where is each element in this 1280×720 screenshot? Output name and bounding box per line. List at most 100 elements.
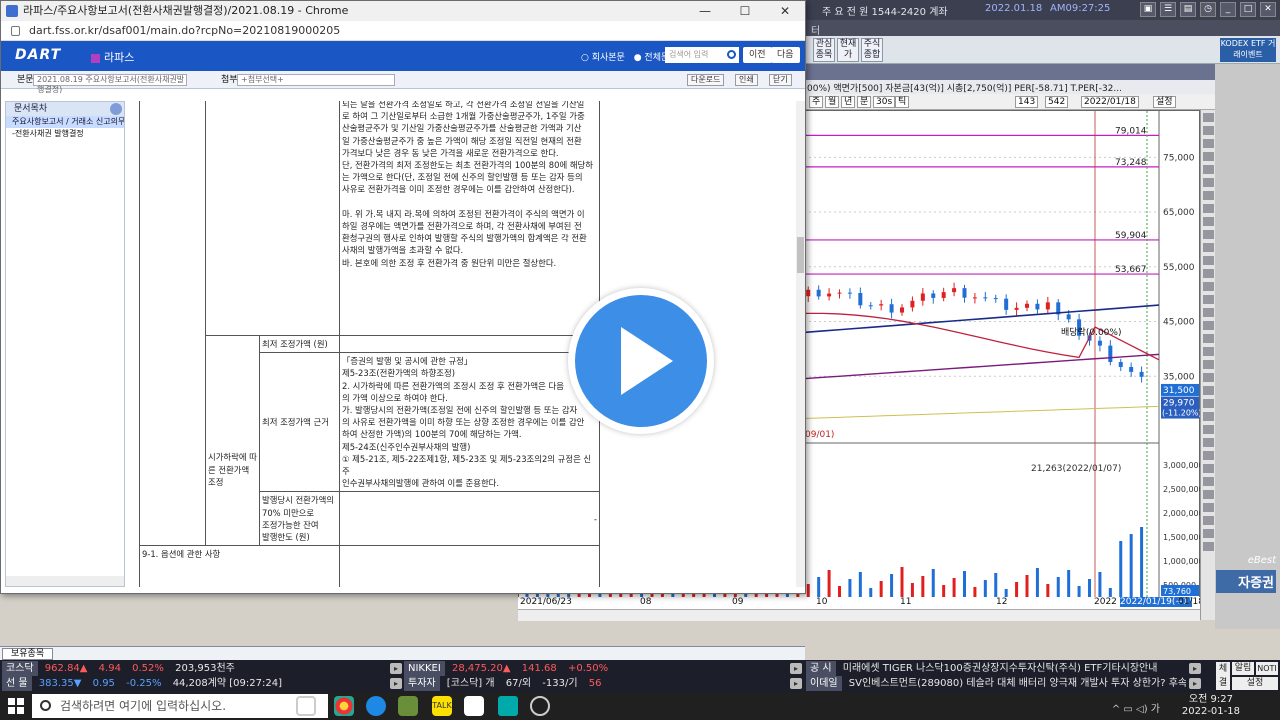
app-icon[interactable] bbox=[398, 696, 418, 716]
scroll-thumb[interactable] bbox=[797, 237, 804, 273]
hts-icon[interactable] bbox=[498, 696, 518, 716]
drawing-tool-icon[interactable] bbox=[1203, 113, 1214, 122]
drawing-tool-icon[interactable] bbox=[1203, 204, 1214, 213]
drawing-tool-icon[interactable] bbox=[1203, 386, 1214, 395]
drawing-tool-icon[interactable] bbox=[1203, 217, 1214, 226]
drawing-tool-icon[interactable] bbox=[1203, 347, 1214, 356]
ticker-next-icon[interactable]: ▸ bbox=[390, 678, 402, 689]
drawing-tool-icon[interactable] bbox=[1203, 425, 1214, 434]
terminal-btn-1[interactable]: ▣ bbox=[1140, 2, 1156, 17]
terminal-minimize-button[interactable]: _ bbox=[1220, 2, 1236, 17]
drawing-tool-icon[interactable] bbox=[1203, 334, 1214, 343]
close-button[interactable]: ✕ bbox=[765, 1, 805, 21]
holdings-tab[interactable]: 보유종목 bbox=[2, 648, 54, 660]
edge-icon[interactable] bbox=[366, 696, 386, 716]
drawing-tool-icon[interactable] bbox=[1203, 542, 1214, 551]
prev-button[interactable]: 이전 bbox=[743, 47, 772, 63]
drawing-tool-icon[interactable] bbox=[1203, 529, 1214, 538]
drawing-tool-icon[interactable] bbox=[1203, 516, 1214, 525]
ticker-next-icon[interactable]: ▸ bbox=[1189, 663, 1201, 674]
task-view-icon[interactable] bbox=[296, 696, 316, 716]
toc-scrollbar[interactable] bbox=[6, 576, 124, 586]
chart-drawing-tools[interactable] bbox=[1200, 110, 1215, 620]
print-button[interactable]: 인쇄 bbox=[735, 74, 758, 86]
ticker-news[interactable]: SV인베스트먼트(289080) 테슬라 대체 배터리 양극재 개발사 투자 상… bbox=[849, 678, 1186, 689]
drawing-tool-icon[interactable] bbox=[1203, 477, 1214, 486]
attach-select[interactable]: +첨부선택+ bbox=[237, 74, 395, 86]
toolbar-watchlist-button[interactable]: 관심 종목 bbox=[813, 38, 835, 62]
drawing-tool-icon[interactable] bbox=[1203, 178, 1214, 187]
next-button[interactable]: 다음 bbox=[771, 47, 800, 63]
terminal-btn-2[interactable]: ☰ bbox=[1160, 2, 1176, 17]
drawing-tool-icon[interactable] bbox=[1203, 269, 1214, 278]
kakaotalk-icon[interactable]: TALK bbox=[432, 696, 452, 716]
terminal-menu[interactable]: 터 bbox=[805, 20, 1280, 37]
window-title-bar[interactable]: 라파스/주요사항보고서(전환사채권발행결정)/2021.08.19 - Chro… bbox=[1, 1, 805, 21]
chart-date-input[interactable]: 2022/01/18 bbox=[1081, 96, 1139, 108]
drawing-tool-icon[interactable] bbox=[1203, 490, 1214, 499]
chart-scrollbar[interactable] bbox=[518, 609, 1200, 621]
dart-logo[interactable]: DART bbox=[15, 47, 61, 63]
ticker-next-icon[interactable]: ▸ bbox=[790, 678, 802, 689]
maximize-button[interactable]: ☐ bbox=[725, 1, 765, 21]
terminal-btn-4[interactable]: ◷ bbox=[1200, 2, 1216, 17]
drawing-tool-icon[interactable] bbox=[1203, 191, 1214, 200]
period-year-button[interactable]: 년 bbox=[841, 96, 856, 108]
ticker-alert-button[interactable]: 알림 bbox=[1232, 662, 1254, 675]
radio-company-body[interactable]: ○ 회사본문 bbox=[581, 53, 625, 63]
drawing-tool-icon[interactable] bbox=[1203, 373, 1214, 382]
drawing-tool-icon[interactable] bbox=[1203, 256, 1214, 265]
drawing-tool-icon[interactable] bbox=[1203, 451, 1214, 460]
drawing-tool-icon[interactable] bbox=[1203, 243, 1214, 252]
drawing-tool-icon[interactable] bbox=[1203, 230, 1214, 239]
clock-app-icon[interactable] bbox=[530, 696, 550, 716]
main-doc-select[interactable]: 2021.08.19 주요사항보고서(전환사채권발행결정) bbox=[33, 74, 187, 94]
chart-range-input[interactable]: 542 bbox=[1045, 96, 1069, 108]
drawing-tool-icon[interactable] bbox=[1203, 126, 1214, 135]
address-bar[interactable]: dart.fss.or.kr/dsaf001/main.do?rcpNo=202… bbox=[1, 21, 805, 41]
toc-item-report[interactable]: 주요사항보고서 / 거래소 신고의무 bbox=[6, 116, 124, 128]
drawing-tool-icon[interactable] bbox=[1203, 165, 1214, 174]
drawing-tool-icon[interactable] bbox=[1203, 503, 1214, 512]
toolbar-current-price-button[interactable]: 현재 가 bbox=[837, 38, 859, 62]
terminal-maximize-button[interactable]: □ bbox=[1240, 2, 1256, 17]
drawing-tool-icon[interactable] bbox=[1203, 282, 1214, 291]
ticker-next-icon[interactable]: ▸ bbox=[1189, 678, 1201, 689]
download-button[interactable]: 다운로드 bbox=[687, 74, 725, 86]
chart-count-input[interactable]: 143 bbox=[1015, 96, 1039, 108]
taskbar-clock[interactable]: 오전 9:27 2022-01-18 bbox=[1182, 694, 1240, 718]
kodex-etf-banner[interactable]: KODEX ETF 거래이벤트 bbox=[1220, 38, 1276, 62]
toc-item-cb-issue[interactable]: -전환사채권 발행결정 bbox=[6, 128, 124, 140]
close-doc-button[interactable]: 닫기 bbox=[769, 74, 792, 86]
chart-settings-button[interactable]: 설정 bbox=[1153, 96, 1176, 108]
period-tick-button[interactable]: 틱 bbox=[895, 96, 910, 108]
taskbar-search-input[interactable]: 검색하려면 여기에 입력하십시오. bbox=[32, 694, 328, 718]
period-30s-button[interactable]: 30s bbox=[873, 96, 896, 108]
ticker-next-icon[interactable]: ▸ bbox=[390, 663, 402, 674]
drawing-tool-icon[interactable] bbox=[1203, 152, 1214, 161]
toc-collapse-icon[interactable] bbox=[110, 103, 122, 115]
drawing-tool-icon[interactable] bbox=[1203, 438, 1214, 447]
system-tray[interactable]: ^ ▭ ◁) 가 bbox=[1112, 700, 1160, 715]
drawing-tool-icon[interactable] bbox=[1203, 139, 1214, 148]
ticker-trade-button[interactable]: 체결 bbox=[1216, 662, 1230, 690]
content-scrollbar[interactable] bbox=[796, 101, 805, 587]
ticker-news[interactable]: 미래에셋 TIGER 나스닥100증권상장지수투자신탁(주식) ETF기타시장안… bbox=[843, 663, 1158, 674]
period-minute-button[interactable]: 분 bbox=[857, 96, 872, 108]
video-play-button[interactable] bbox=[568, 288, 714, 434]
toolbar-stock-overview-button[interactable]: 주식 종합 bbox=[861, 38, 883, 62]
url-text[interactable]: dart.fss.or.kr/dsaf001/main.do?rcpNo=202… bbox=[29, 24, 340, 37]
drawing-tool-icon[interactable] bbox=[1203, 308, 1214, 317]
chrome-icon[interactable] bbox=[334, 696, 354, 716]
windows-start-icon[interactable] bbox=[8, 698, 24, 714]
ticker-settings-button[interactable]: 설정 bbox=[1232, 677, 1278, 690]
ticker-next-icon[interactable]: ▸ bbox=[790, 663, 802, 674]
minimize-button[interactable]: — bbox=[685, 1, 725, 21]
drawing-tool-icon[interactable] bbox=[1203, 412, 1214, 421]
terminal-btn-3[interactable]: ▤ bbox=[1180, 2, 1196, 17]
period-week-button[interactable]: 주 bbox=[809, 96, 824, 108]
period-month-button[interactable]: 월 bbox=[825, 96, 840, 108]
notepad-icon[interactable] bbox=[464, 696, 484, 716]
drawing-tool-icon[interactable] bbox=[1203, 321, 1214, 330]
terminal-close-button[interactable]: ✕ bbox=[1260, 2, 1276, 17]
